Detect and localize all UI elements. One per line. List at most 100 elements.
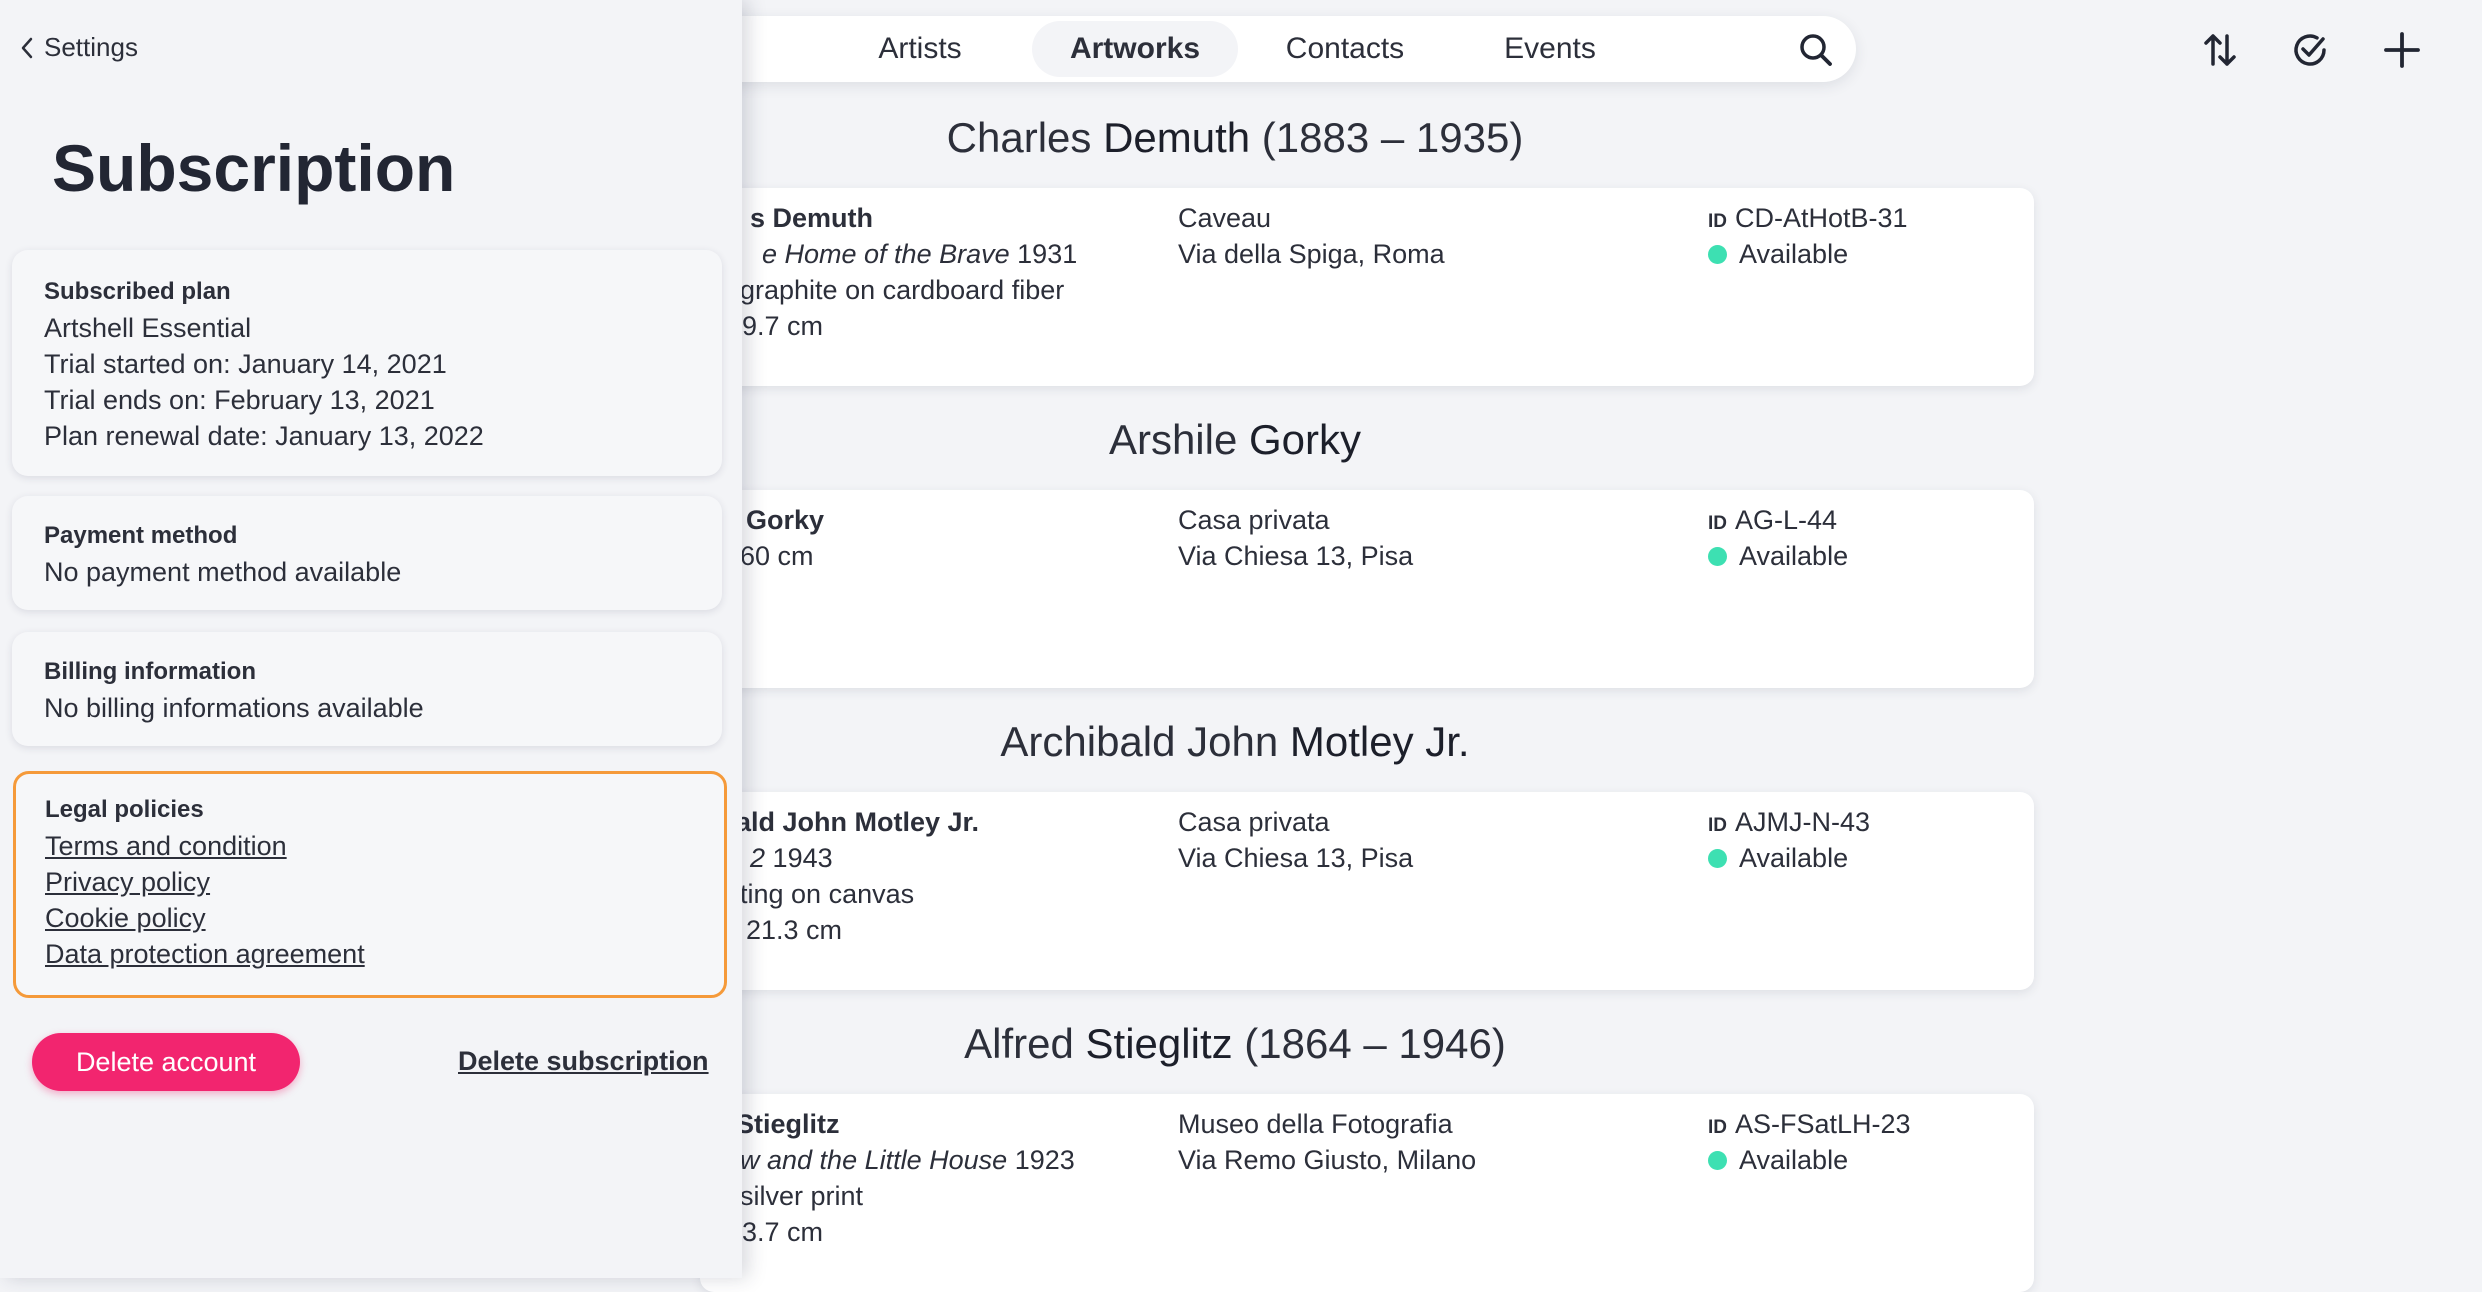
status-label: Available — [1739, 541, 1849, 571]
top-nav: Artists Artworks Contacts Events — [700, 16, 1856, 82]
artist-dates: (1883 – 1935) — [1261, 114, 1524, 161]
page-title: Subscription — [52, 131, 456, 205]
section-header: Subscribed plan — [44, 278, 231, 305]
artwork-card[interactable]: ald John Motley Jr. 2 1943 ting on canva… — [700, 792, 2034, 990]
artwork-id: ID AJMJ-N-43 — [1708, 804, 1870, 844]
billing-information-value: No billing informations available — [44, 693, 424, 723]
status-dot-icon — [1708, 849, 1727, 868]
artwork-size: 60 cm — [740, 541, 814, 571]
privacy-policy-link[interactable]: Privacy policy — [45, 867, 210, 897]
status-dot-icon — [1708, 245, 1727, 264]
artwork-medium: ting on canvas — [740, 879, 915, 909]
artwork-artist: Gorky — [746, 505, 825, 535]
back-to-settings-button[interactable]: Settings — [20, 32, 138, 63]
artist-last-name: Motley Jr. — [1289, 718, 1470, 765]
section-header: Legal policies — [45, 796, 204, 823]
artist-first-name: Arshile — [1108, 416, 1238, 463]
artist-last-name: Demuth — [1103, 114, 1251, 161]
id-label: ID — [1708, 513, 1727, 534]
tab-contacts[interactable]: Contacts — [1250, 21, 1440, 77]
data-protection-link[interactable]: Data protection agreement — [45, 939, 365, 969]
artwork-id-value: AJMJ-N-43 — [1735, 807, 1871, 837]
artwork-id-value: AG-L-44 — [1735, 505, 1838, 535]
artist-heading: Charles Demuth (1883 – 1935) — [700, 114, 1770, 162]
tab-artworks[interactable]: Artworks — [1032, 21, 1238, 77]
artwork-id: ID CD-AtHotB-31 — [1708, 200, 1908, 240]
artist-first-name: Alfred — [964, 1020, 1074, 1067]
back-label: Settings — [44, 32, 138, 62]
artwork-title-line: e Home of the Brave 1931 — [762, 236, 1077, 272]
billing-information-section[interactable]: Billing information No billing informati… — [12, 632, 722, 746]
id-label: ID — [1708, 1117, 1727, 1138]
artwork-location: Casa privata — [1178, 505, 1330, 535]
artwork-size: 3.7 cm — [742, 1217, 824, 1247]
artwork-location: Museo della Fotografia — [1178, 1109, 1453, 1139]
status-badge: Available — [1708, 1142, 1848, 1178]
artwork-artist: Stieglitz — [736, 1109, 840, 1139]
status-badge: Available — [1708, 538, 1848, 574]
status-label: Available — [1739, 239, 1849, 269]
status-label: Available — [1739, 843, 1849, 873]
delete-account-button[interactable]: Delete account — [32, 1033, 300, 1091]
status-dot-icon — [1708, 1151, 1727, 1170]
artwork-address: Via Remo Giusto, Milano — [1178, 1145, 1477, 1175]
artwork-address: Via della Spiga, Roma — [1178, 239, 1445, 269]
artwork-year: 1931 — [1017, 239, 1078, 269]
plan-renewal: Plan renewal date: January 13, 2022 — [44, 421, 484, 451]
artwork-artist: ald John Motley Jr. — [736, 807, 980, 837]
search-icon[interactable] — [1796, 30, 1836, 70]
artwork-year: 1923 — [1014, 1145, 1075, 1175]
artwork-size: 21.3 cm — [746, 915, 843, 945]
status-label: Available — [1739, 1145, 1849, 1175]
artwork-medium: graphite on cardboard fiber — [740, 275, 1065, 305]
artist-heading: Alfred Stieglitz (1864 – 1946) — [700, 1020, 1770, 1068]
artist-first-name: Archibald John — [1000, 718, 1279, 765]
status-badge: Available — [1708, 236, 1848, 272]
artwork-location: Casa privata — [1178, 807, 1330, 837]
artwork-size: 9.7 cm — [742, 311, 824, 341]
artwork-title-line: w and the Little House 1923 — [740, 1142, 1075, 1178]
payment-method-value: No payment method available — [44, 557, 402, 587]
artwork-card[interactable]: s Demuth e Home of the Brave 1931 graphi… — [700, 188, 2034, 386]
artwork-title: e Home of the Brave — [762, 239, 1010, 269]
artist-first-name: Charles — [946, 114, 1092, 161]
plus-icon[interactable] — [2380, 28, 2424, 72]
artwork-card[interactable]: Gorky 60 cm Casa privata Via Chiesa 13, … — [700, 490, 2034, 688]
artwork-medium: silver print — [740, 1181, 864, 1211]
artwork-title: 2 — [750, 843, 766, 873]
sort-icon[interactable] — [2198, 28, 2242, 72]
subscription-panel: Settings Subscription Subscribed plan Ar… — [0, 0, 742, 1278]
artist-last-name: Gorky — [1249, 416, 1362, 463]
payment-method-section[interactable]: Payment method No payment method availab… — [12, 496, 722, 610]
artwork-title: w and the Little House — [740, 1145, 1008, 1175]
artist-last-name: Stieglitz — [1085, 1020, 1233, 1067]
id-label: ID — [1708, 815, 1727, 836]
id-label: ID — [1708, 211, 1727, 232]
artwork-id-value: CD-AtHotB-31 — [1735, 203, 1908, 233]
artwork-card[interactable]: Stieglitz w and the Little House 1923 si… — [700, 1094, 2034, 1292]
terms-link[interactable]: Terms and condition — [45, 831, 287, 861]
artwork-id: ID AG-L-44 — [1708, 502, 1837, 542]
artist-dates: (1864 – 1946) — [1244, 1020, 1506, 1067]
chevron-left-icon — [21, 37, 33, 58]
status-badge: Available — [1708, 840, 1848, 876]
delete-subscription-link[interactable]: Delete subscription — [458, 1046, 709, 1077]
artwork-title-line: 2 1943 — [750, 840, 833, 876]
artist-heading: Arshile Gorky — [700, 416, 1770, 464]
cookie-policy-link[interactable]: Cookie policy — [45, 903, 206, 933]
tab-artists[interactable]: Artists — [840, 21, 1000, 77]
artwork-address: Via Chiesa 13, Pisa — [1178, 843, 1414, 873]
artwork-year: 1943 — [772, 843, 833, 873]
artwork-id-value: AS-FSatLH-23 — [1735, 1109, 1911, 1139]
section-header: Billing information — [44, 658, 256, 685]
section-header: Payment method — [44, 522, 238, 549]
trial-end: Trial ends on: February 13, 2021 — [44, 385, 435, 415]
trial-start: Trial started on: January 14, 2021 — [44, 349, 447, 379]
tab-events[interactable]: Events — [1460, 21, 1640, 77]
artwork-address: Via Chiesa 13, Pisa — [1178, 541, 1414, 571]
artwork-id: ID AS-FSatLH-23 — [1708, 1106, 1911, 1146]
artist-heading: Archibald John Motley Jr. — [700, 718, 1770, 766]
artwork-location: Caveau — [1178, 203, 1272, 233]
check-circle-icon[interactable] — [2288, 28, 2332, 72]
subscribed-plan-section: Subscribed plan Artshell Essential Trial… — [12, 250, 722, 476]
